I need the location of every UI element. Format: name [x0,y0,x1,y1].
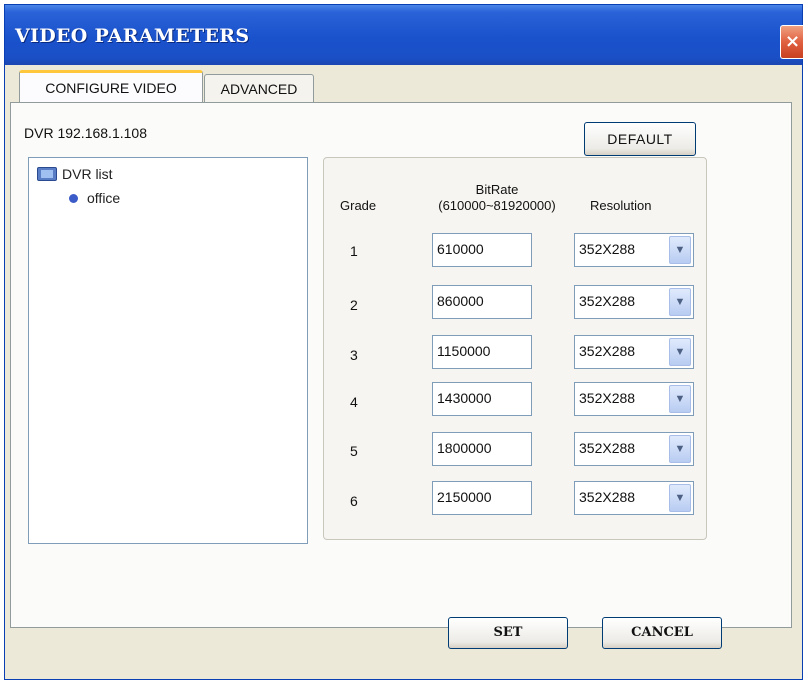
default-button[interactable]: DEFAULT [584,122,696,156]
resolution-select[interactable]: 352X288 ▼ [574,382,694,416]
grade-label: 1 [350,243,358,259]
bitrate-input[interactable]: 1150000 [432,335,532,369]
tree-item-office[interactable]: office [69,190,120,206]
resolution-value: 352X288 [579,293,636,309]
resolution-select[interactable]: 352X288 ▼ [574,233,694,267]
chevron-down-icon[interactable]: ▼ [669,385,691,413]
resolution-header: Resolution [590,198,652,213]
chevron-down-icon[interactable]: ▼ [669,288,691,316]
bitrate-input[interactable]: 610000 [432,233,532,267]
dot-icon [69,193,78,203]
chevron-down-icon[interactable]: ▼ [669,236,691,264]
resolution-value: 352X288 [579,390,636,406]
cancel-button[interactable]: CANCEL [602,617,722,649]
grade-label: 3 [350,347,358,363]
close-button[interactable]: × [780,25,803,59]
bitrate-header-range: (610000~81920000) [438,198,556,213]
resolution-select[interactable]: 352X288 ▼ [574,481,694,515]
dvr-tree[interactable]: DVR list office [28,157,308,544]
grade-header: Grade [340,198,377,213]
set-button[interactable]: SET [448,617,568,649]
tab-configure-video[interactable]: CONFIGURE VIDEO [19,70,203,103]
resolution-value: 352X288 [579,343,636,359]
tree-root-dvr-list[interactable]: DVR list [37,166,113,182]
monitor-icon [37,167,57,181]
grade-label: 5 [350,443,358,459]
tree-item-label: office [87,190,121,206]
tree-root-label: DVR list [62,166,113,182]
title-bar[interactable]: VIDEO PARAMETERS × [5,5,803,65]
grade-label: 4 [350,394,358,410]
window-title: VIDEO PARAMETERS [15,25,250,47]
chevron-down-icon[interactable]: ▼ [669,338,691,366]
bitrate-header-title: BitRate [475,182,519,197]
bitrate-input[interactable]: 2150000 [432,481,532,515]
grade-label: 6 [350,493,358,509]
tab-advanced[interactable]: ADVANCED [204,74,314,104]
chevron-down-icon[interactable]: ▼ [669,435,691,463]
grade-label: 2 [350,297,358,313]
resolution-select[interactable]: 352X288 ▼ [574,432,694,466]
bitrate-input[interactable]: 860000 [432,285,532,319]
resolution-value: 352X288 [579,440,636,456]
chevron-down-icon[interactable]: ▼ [669,484,691,512]
bitrate-header: BitRate (610000~81920000) [418,182,576,214]
resolution-select[interactable]: 352X288 ▼ [574,335,694,369]
resolution-value: 352X288 [579,241,636,257]
resolution-select[interactable]: 352X288 ▼ [574,285,694,319]
bitrate-input[interactable]: 1800000 [432,432,532,466]
resolution-value: 352X288 [579,489,636,505]
bitrate-input[interactable]: 1430000 [432,382,532,416]
dvr-address-label: DVR 192.168.1.108 [24,125,147,141]
